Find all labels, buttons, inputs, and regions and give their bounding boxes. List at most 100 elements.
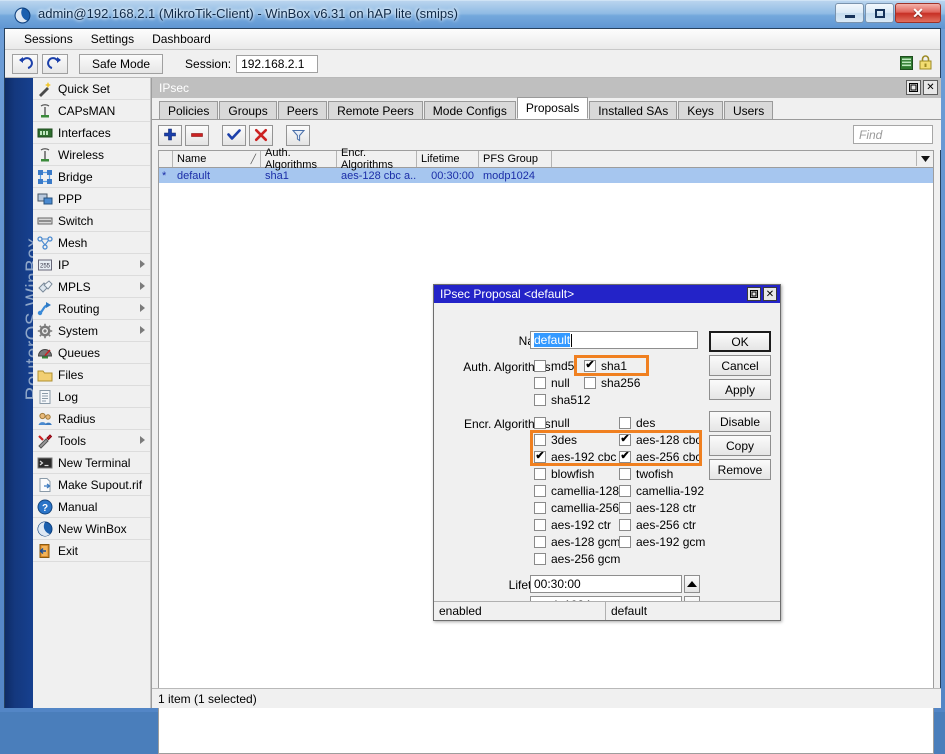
sidebar-item-quick-set[interactable]: Quick Set (33, 78, 150, 100)
dialog-restore-button[interactable] (747, 287, 761, 301)
maximize-button[interactable] (865, 3, 894, 23)
remove-button[interactable] (185, 124, 209, 146)
checkbox-3des[interactable]: 3des (534, 432, 577, 447)
tab-mode-configs[interactable]: Mode Configs (423, 101, 516, 119)
table-column-header[interactable]: Name ╱ (173, 151, 261, 167)
minimize-button[interactable] (835, 3, 864, 23)
ipsec-close-button[interactable]: ✕ (923, 80, 938, 95)
sidebar-item-new-terminal[interactable]: New Terminal (33, 452, 150, 474)
close-button[interactable]: ✕ (895, 3, 941, 23)
checkbox-sha512[interactable]: sha512 (534, 392, 590, 407)
sidebar-item-queues[interactable]: Queues (33, 342, 150, 364)
sidebar-item-switch[interactable]: Switch (33, 210, 150, 232)
sidebar-item-manual[interactable]: ? Manual (33, 496, 150, 518)
checkbox-aes-192-ctr[interactable]: aes-192 ctr (534, 517, 611, 532)
sidebar-item-wireless[interactable]: Wireless (33, 144, 150, 166)
checkbox-null[interactable]: null (534, 375, 570, 390)
menubar: Sessions Settings Dashboard (5, 29, 940, 50)
checkbox-blowfish[interactable]: blowfish (534, 466, 594, 481)
sidebar-item-new-winbox[interactable]: New WinBox (33, 518, 150, 540)
sidebar-item-ppp[interactable]: PPP (33, 188, 150, 210)
table-column-label: Lifetime (421, 153, 460, 165)
redo-button[interactable] (42, 53, 68, 74)
tab-policies[interactable]: Policies (159, 101, 219, 119)
filter-icon (291, 129, 305, 141)
ipsec-restore-button[interactable] (906, 80, 921, 95)
checkbox-camellia-128[interactable]: camellia-128 (534, 483, 619, 498)
table-column-header[interactable]: PFS Group (479, 151, 552, 167)
checkbox-aes-256-gcm[interactable]: aes-256 gcm (534, 551, 620, 566)
ipsec-window-titlebar: IPsec ✕ (152, 78, 941, 98)
session-address-field[interactable]: 192.168.2.1 (236, 54, 319, 73)
tab-peers[interactable]: Peers (277, 101, 328, 119)
add-button[interactable] (158, 124, 182, 146)
table-column-header[interactable]: Lifetime (417, 151, 479, 167)
checkbox-camellia-256[interactable]: camellia-256 (534, 500, 619, 515)
checkbox-aes-192-cbc[interactable]: ✔ aes-192 cbc (534, 449, 616, 464)
cancel-button[interactable]: Cancel (709, 355, 771, 376)
sidebar-item-system[interactable]: System (33, 320, 150, 342)
sidebar-item-mpls[interactable]: MPLS (33, 276, 150, 298)
checkbox-aes-128-ctr[interactable]: aes-128 ctr (619, 500, 696, 515)
tab-remote-peers[interactable]: Remote Peers (328, 101, 423, 119)
checkbox-aes-256-ctr[interactable]: aes-256 ctr (619, 517, 696, 532)
checkbox-aes-128-cbc[interactable]: ✔ aes-128 cbc (619, 432, 701, 447)
disable-button[interactable] (249, 124, 273, 146)
sidebar-item-mesh[interactable]: Mesh (33, 232, 150, 254)
ok-button[interactable]: OK (709, 331, 771, 352)
checkbox-sha256[interactable]: sha256 (584, 375, 640, 390)
enable-button[interactable] (222, 124, 246, 146)
table-column-header[interactable]: Auth. Algorithms (261, 147, 337, 171)
sidebar-item-capsman[interactable]: CAPsMAN (33, 100, 150, 122)
checkbox-md5[interactable]: md5 (534, 358, 574, 373)
column-chooser-button[interactable] (916, 151, 933, 166)
sidebar-item-tools[interactable]: Tools (33, 430, 150, 452)
routeros-brand-bar: RouterOS WinBox (5, 78, 44, 708)
checkbox-aes-256-cbc[interactable]: ✔ aes-256 cbc (619, 449, 701, 464)
sidebar-item-files[interactable]: Files (33, 364, 150, 386)
name-input[interactable]: default (530, 331, 698, 349)
sidebar-item-radius[interactable]: Radius (33, 408, 150, 430)
checkbox-aes-128-gcm[interactable]: aes-128 gcm (534, 534, 620, 549)
ipsec-tabstrip: Policies Groups Peers Remote Peers Mode Conf… (152, 97, 941, 120)
sidebar-item-make-supout-rif[interactable]: Make Supout.rif (33, 474, 150, 496)
tab-users[interactable]: Users (723, 101, 774, 119)
checkbox-camellia-192[interactable]: camellia-192 (619, 483, 704, 498)
apply-button[interactable]: Apply (709, 379, 771, 400)
sidebar-item-interfaces[interactable]: Interfaces (33, 122, 150, 144)
copy-button[interactable]: Copy (709, 435, 771, 456)
sidebar-item-ip[interactable]: 255 IP (33, 254, 150, 276)
lifetime-spinner[interactable] (684, 575, 700, 593)
menu-dashboard[interactable]: Dashboard (143, 30, 220, 48)
menu-sessions[interactable]: Sessions (15, 30, 82, 48)
help-icon: ? (37, 499, 53, 515)
tab-installed-sas[interactable]: Installed SAs (589, 101, 678, 119)
filter-button[interactable] (286, 124, 310, 146)
checkbox-aes-192-gcm[interactable]: aes-192 gcm (619, 534, 705, 549)
remove-button[interactable]: Remove (709, 459, 771, 480)
checkbox-des[interactable]: des (619, 415, 655, 430)
checkbox-twofish[interactable]: twofish (619, 466, 673, 481)
sidebar-item-exit[interactable]: Exit (33, 540, 150, 562)
tab-groups[interactable]: Groups (219, 101, 277, 119)
lifetime-input[interactable]: 00:30:00 (530, 575, 682, 593)
undo-button[interactable] (12, 53, 38, 74)
checkbox-null[interactable]: null (534, 415, 570, 430)
sidebar-item-routing[interactable]: Routing (33, 298, 150, 320)
dialog-close-button[interactable]: ✕ (763, 287, 777, 301)
menu-settings[interactable]: Settings (82, 30, 143, 48)
tab-keys[interactable]: Keys (678, 101, 723, 119)
sidebar-item-log[interactable]: Log (33, 386, 150, 408)
antenna-icon (37, 147, 53, 163)
sidebar-item-bridge[interactable]: Bridge (33, 166, 150, 188)
table-column-header[interactable] (159, 151, 173, 167)
tab-proposals[interactable]: Proposals (516, 97, 589, 119)
disable-button[interactable]: Disable (709, 411, 771, 432)
table-column-label: Name (177, 153, 207, 165)
table-column-header[interactable]: Encr. Algorithms (337, 147, 417, 171)
checkbox-sha1[interactable]: ✔ sha1 (584, 358, 627, 373)
find-input[interactable]: Find (853, 125, 933, 144)
application-client-area: Sessions Settings Dashboard Safe Mode Se… (4, 28, 941, 754)
safe-mode-button[interactable]: Safe Mode (79, 53, 164, 74)
antenna-icon (40, 103, 50, 117)
